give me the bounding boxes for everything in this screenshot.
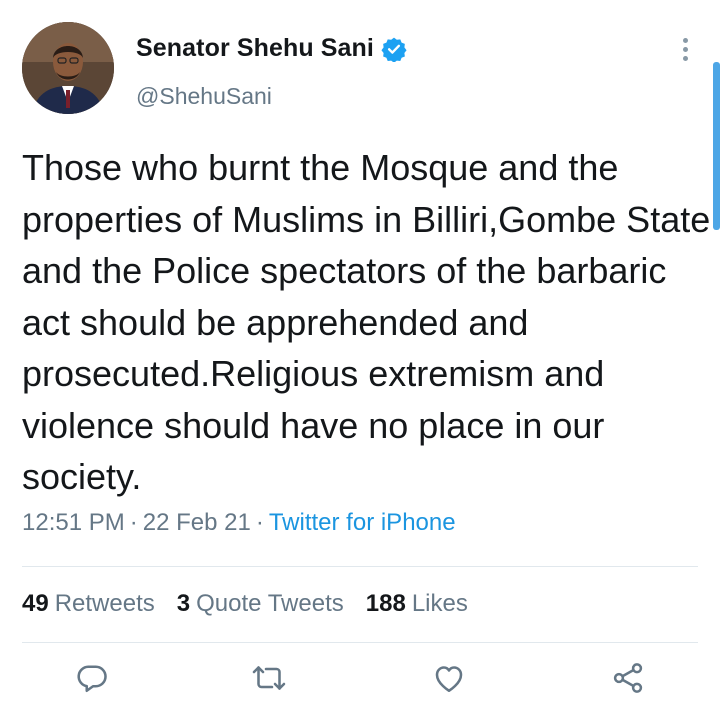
tweet-meta: 12:51 PM · 22 Feb 21 · Twitter for iPhone	[22, 509, 456, 537]
retweets-count: 49	[22, 590, 49, 617]
quote-tweets-stat[interactable]: 3 Quote Tweets	[177, 590, 344, 618]
tweet-actions-bar	[0, 660, 720, 710]
more-options-icon[interactable]	[672, 38, 698, 68]
author-handle[interactable]: @ShehuSani	[136, 83, 272, 110]
author-name-row[interactable]: Senator Shehu Sani	[136, 34, 407, 63]
quote-tweets-count: 3	[176, 590, 191, 617]
reply-icon[interactable]	[74, 660, 114, 700]
likes-count: 188	[365, 590, 406, 617]
meta-separator: ·	[255, 509, 264, 536]
share-icon[interactable]	[610, 660, 650, 700]
author-avatar[interactable]	[22, 22, 114, 114]
meta-separator: ·	[129, 509, 138, 536]
tweet-stats: 49 Retweets 3 Quote Tweets 188 Likes	[22, 590, 490, 618]
divider	[22, 566, 698, 567]
verified-badge-icon	[381, 36, 407, 63]
likes-stat[interactable]: 188 Likes	[366, 590, 468, 618]
author-display-name[interactable]: Senator Shehu Sani	[136, 34, 374, 63]
avatar-image	[22, 22, 114, 114]
retweet-icon[interactable]	[251, 660, 291, 700]
retweets-stat[interactable]: 49 Retweets	[22, 590, 155, 618]
tweet-time: 12:51 PM	[22, 509, 125, 536]
tweet-card: Senator Shehu Sani @ShehuSani Those who …	[0, 0, 720, 727]
retweets-label: Retweets	[54, 590, 155, 617]
tweet-source-link[interactable]: Twitter for iPhone	[269, 509, 456, 536]
likes-label: Likes	[411, 590, 468, 617]
tweet-text: Those who burnt the Mosque and the prope…	[22, 147, 711, 497]
like-icon[interactable]	[431, 660, 471, 700]
quote-tweets-label: Quote Tweets	[196, 590, 344, 617]
tweet-date: 22 Feb 21	[142, 509, 251, 536]
divider	[22, 642, 698, 643]
